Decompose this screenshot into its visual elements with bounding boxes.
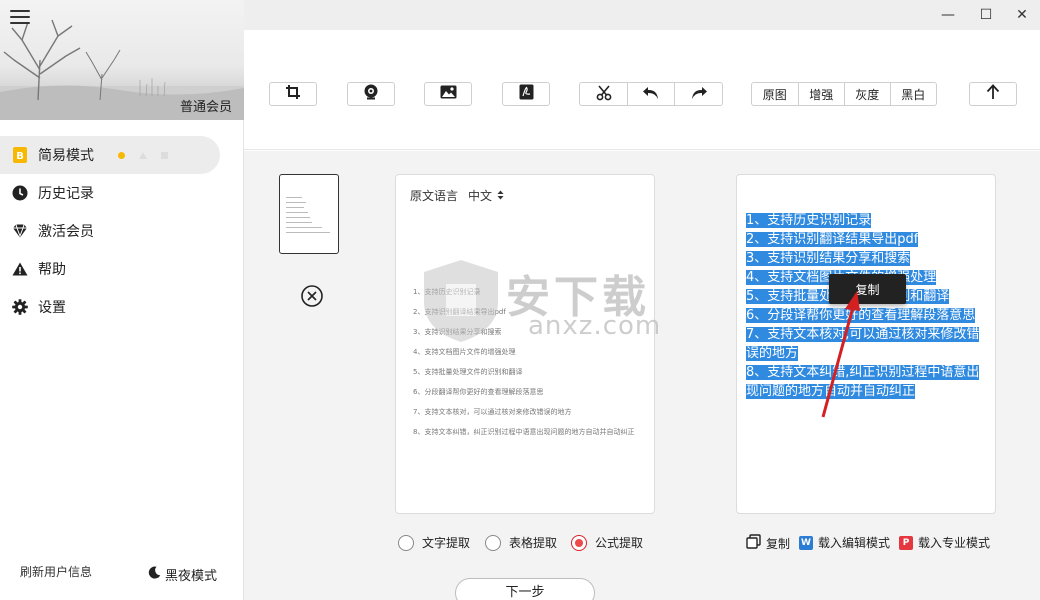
- toolbar: 原图 增强 灰度 黑白: [244, 30, 1040, 150]
- diamond-icon: [12, 223, 28, 239]
- original-line: 1、支持历史识别记录: [413, 288, 481, 296]
- square-dot-icon: [161, 151, 168, 159]
- mode-label: 文字提取: [422, 536, 471, 550]
- edit-button-group: [579, 82, 723, 106]
- redo-icon: [690, 86, 708, 103]
- source-language-value: 中文: [468, 189, 493, 203]
- load-edit-mode-label: 载入编辑模式: [818, 536, 891, 550]
- sidebar-item-activate-member[interactable]: 激活会员: [0, 212, 220, 250]
- filter-enhance-button[interactable]: 增强: [799, 83, 845, 105]
- radio-icon: [485, 534, 501, 551]
- sidebar-item-history[interactable]: 历史记录: [0, 174, 220, 212]
- image-icon: [440, 85, 457, 103]
- workspace: 原文语言 中文 1、支持历史识别记录 2、支持识别翻译结果导出pdf 3、支持识…: [244, 151, 1040, 600]
- load-edit-mode-button[interactable]: W 载入编辑模式: [799, 534, 890, 551]
- copy-icon: [746, 534, 761, 552]
- result-line: 1、支持历史识别记录: [746, 213, 872, 228]
- radio-icon: [398, 534, 414, 551]
- moon-icon: [148, 566, 161, 583]
- sidebar-item-label: 激活会员: [38, 224, 94, 240]
- result-text-selection[interactable]: 1、支持历史识别记录 2、支持识别翻译结果导出pdf 3、支持识别结果分享和搜索…: [746, 211, 991, 401]
- scissors-icon: [596, 84, 612, 104]
- original-line: 2、支持识别翻译结果导出pdf: [413, 308, 506, 316]
- mode-label: 公式提取: [595, 536, 644, 550]
- upload-button[interactable]: [969, 82, 1017, 106]
- source-language-row: 原文语言 中文: [410, 187, 504, 204]
- filter-grayscale-button[interactable]: 灰度: [845, 83, 891, 105]
- refresh-user-info-link[interactable]: 刷新用户信息: [20, 563, 92, 580]
- undo-icon: [642, 86, 660, 103]
- mode-formula-extract-radio[interactable]: 公式提取: [571, 534, 643, 551]
- load-pro-mode-button[interactable]: P 载入专业模式: [899, 534, 990, 551]
- b-badge-icon: B: [12, 147, 28, 163]
- sidebar-item-label: 设置: [38, 300, 66, 316]
- sidebar: 普通会员 B 简易模式 历史记录 激活会员 帮助 设置 刷新用户信息 黑夜模式: [0, 0, 244, 600]
- svg-text:B: B: [16, 151, 24, 162]
- undo-button[interactable]: [628, 83, 675, 105]
- load-pro-mode-label: 载入专业模式: [918, 536, 991, 550]
- word-icon: W: [799, 535, 813, 550]
- gear-icon: [12, 299, 28, 315]
- sidebar-item-label: 简易模式: [38, 148, 94, 164]
- source-language-select[interactable]: 中文: [468, 187, 504, 204]
- cut-button[interactable]: [580, 83, 628, 105]
- triangle-dot-icon: [139, 151, 147, 159]
- title-bar: — ☐ ✕: [244, 0, 1040, 30]
- filter-original-button[interactable]: 原图: [752, 83, 799, 105]
- membership-label: 普通会员: [179, 100, 232, 115]
- red-arrow-annotation: [821, 291, 860, 418]
- hamburger-menu-icon[interactable]: [10, 10, 30, 26]
- night-mode-label: 黑夜模式: [165, 569, 218, 584]
- original-line: 4、支持文档图片文件的增强处理: [413, 348, 516, 356]
- original-line: 3、支持识别结果分享和搜索: [413, 328, 502, 336]
- original-line: 7、支持文本核对，可以通过核对来修改错误的地方: [413, 408, 572, 416]
- image-button[interactable]: [424, 82, 472, 106]
- radio-selected-icon: [571, 534, 587, 551]
- webcam-icon: [363, 84, 379, 104]
- crop-button[interactable]: [269, 82, 317, 106]
- result-line: 2、支持识别翻译结果导出pdf: [746, 232, 919, 247]
- page-thumbnail[interactable]: [279, 174, 339, 254]
- profile-banner: 普通会员: [0, 0, 244, 120]
- filter-bw-button[interactable]: 黑白: [891, 83, 937, 105]
- arrow-up-icon: [986, 84, 1000, 104]
- pdf-button[interactable]: [502, 82, 550, 106]
- crop-icon: [285, 84, 301, 104]
- mode-table-extract-radio[interactable]: 表格提取: [485, 534, 557, 551]
- mode-text-extract-radio[interactable]: 文字提取: [398, 534, 470, 551]
- close-window-button[interactable]: ✕: [1012, 5, 1032, 25]
- warning-icon: [12, 261, 28, 277]
- original-line: 6、分段翻译帮你更好的查看理解段落意思: [413, 388, 544, 396]
- sort-arrows-icon: [497, 189, 504, 203]
- result-text-panel: 1、支持历史识别记录 2、支持识别翻译结果导出pdf 3、支持识别结果分享和搜索…: [736, 174, 996, 514]
- pdf-badge-icon: P: [899, 535, 913, 550]
- night-mode-toggle[interactable]: 黑夜模式: [148, 565, 217, 584]
- watermark-url: anxz.com: [528, 311, 662, 341]
- image-filter-group: 原图 增强 灰度 黑白: [751, 82, 937, 106]
- original-document-panel: 原文语言 中文 1、支持历史识别记录 2、支持识别翻译结果导出pdf 3、支持识…: [395, 174, 655, 514]
- sidebar-item-simple-mode[interactable]: B 简易模式: [0, 136, 220, 174]
- original-line: 8、支持文本纠错，纠正识别过程中语意出现问题的地方自动并自动纠正: [413, 428, 635, 436]
- maximize-button[interactable]: ☐: [976, 5, 996, 25]
- sidebar-item-label: 历史记录: [38, 186, 94, 202]
- mode-label: 表格提取: [509, 536, 558, 550]
- sidebar-item-label: 帮助: [38, 262, 66, 278]
- redo-button[interactable]: [675, 83, 722, 105]
- sidebar-item-help[interactable]: 帮助: [0, 250, 220, 288]
- circle-dot-icon: [118, 151, 125, 159]
- close-circle-icon: [301, 285, 323, 311]
- result-line: 3、支持识别结果分享和搜索: [746, 251, 911, 266]
- remove-page-button[interactable]: [301, 285, 323, 307]
- mode-indicator-dots: [118, 151, 168, 159]
- sidebar-item-settings[interactable]: 设置: [0, 288, 220, 326]
- clock-icon: [12, 185, 28, 201]
- source-language-label: 原文语言: [410, 189, 459, 203]
- pdf-icon: [519, 84, 534, 104]
- copy-label: 复制: [766, 536, 791, 551]
- minimize-button[interactable]: —: [938, 5, 958, 25]
- next-step-button[interactable]: 下一步: [455, 578, 595, 600]
- camera-button[interactable]: [347, 82, 395, 106]
- original-line: 5、支持批量处理文件的识别和翻译: [413, 368, 523, 376]
- copy-result-button[interactable]: 复制: [746, 534, 790, 552]
